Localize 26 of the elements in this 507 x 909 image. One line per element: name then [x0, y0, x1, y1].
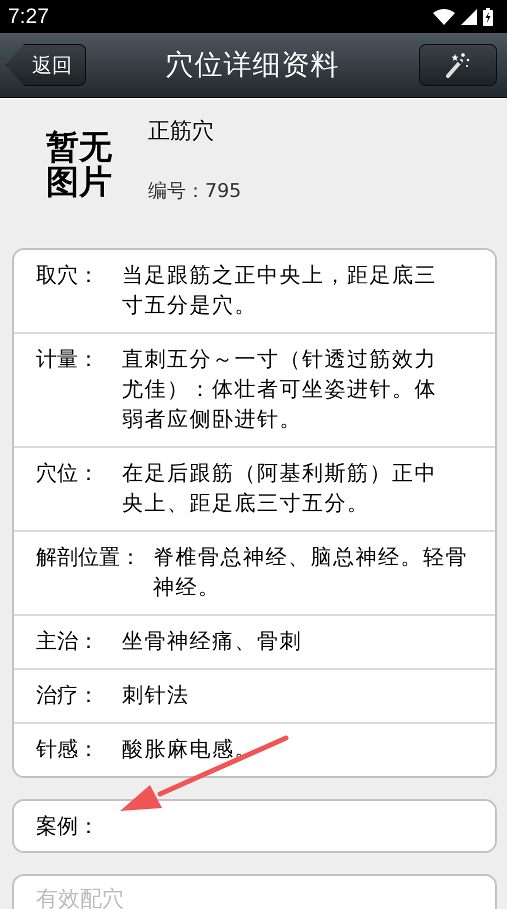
- acupoint-name: 正筋穴: [148, 118, 215, 146]
- page-title: 穴位详细资料: [166, 47, 340, 83]
- field-label: 治疗：: [36, 682, 100, 709]
- field-label: 主治：: [36, 628, 100, 655]
- signal-icon: [461, 8, 477, 24]
- field-value: 在足后跟筋（阿基利斯筋）正中央上、距足底三寸五分。: [122, 460, 438, 517]
- status-time: 7:27: [8, 4, 49, 28]
- field-label: 针感：: [36, 736, 100, 763]
- magic-wand-icon: [444, 51, 472, 79]
- acupoint-number: 编号：795: [148, 179, 242, 204]
- field-label: 计量：: [36, 346, 100, 373]
- no-image-text: 暂无图片: [46, 130, 113, 200]
- field-value: 直刺五分～一寸（针透过筋效力尤佳）：体壮者可坐姿进针。体弱者应侧卧进针。: [122, 346, 438, 433]
- battery-icon: [483, 8, 493, 26]
- back-button[interactable]: 返回: [6, 44, 86, 86]
- field-value: 脊椎骨总神经、脑总神经。轻骨神经。: [153, 544, 469, 601]
- field-value: 刺针法: [122, 682, 190, 709]
- wifi-icon: [433, 8, 455, 24]
- case-field: 案例：: [12, 799, 497, 853]
- magic-wand-button[interactable]: [419, 44, 497, 86]
- field-label: 穴位：: [36, 460, 100, 487]
- field-label: 解剖位置：: [36, 544, 141, 571]
- field-value: 当足跟筋之正中央上，距足底三寸五分是穴。: [122, 262, 438, 319]
- field-value: 坐骨神经痛、骨刺: [122, 628, 303, 655]
- field-label: 取穴：: [36, 262, 100, 289]
- matching-points-field[interactable]: 有效配穴: [12, 874, 497, 909]
